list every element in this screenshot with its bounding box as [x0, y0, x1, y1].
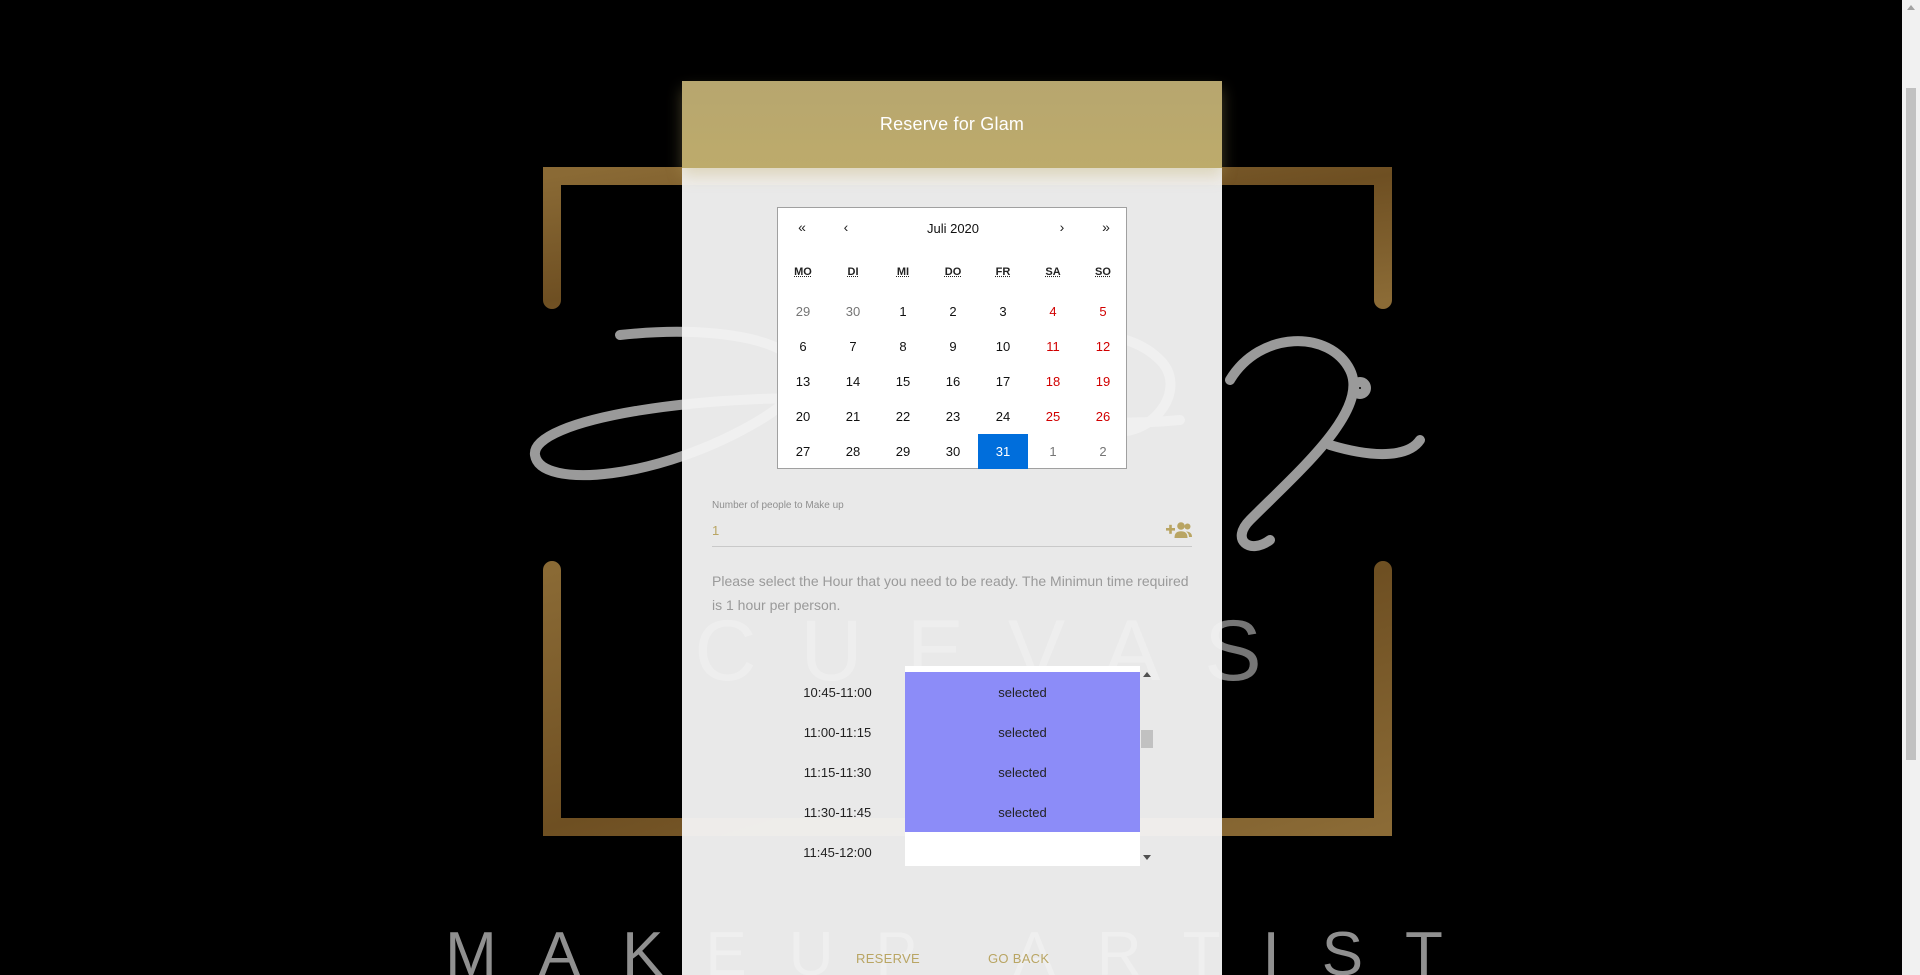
scroll-up-arrow-icon[interactable]	[1143, 672, 1151, 677]
calendar-day-selected[interactable]: 31	[978, 434, 1028, 469]
reservation-card: Reserve for Glam « ‹ Juli 2020 › » MO DI…	[682, 81, 1222, 975]
calendar-day[interactable]: 27	[778, 434, 828, 469]
weekday-label: FR	[995, 266, 1011, 278]
calendar-day[interactable]: 23	[928, 399, 978, 434]
slot-list-scrollbar-thumb[interactable]	[1141, 730, 1153, 748]
calendar-day[interactable]: 19	[1078, 364, 1128, 399]
calendar-day[interactable]: 14	[828, 364, 878, 399]
calendar-day[interactable]: 5	[1078, 294, 1128, 329]
slot-status[interactable]: selected	[905, 792, 1140, 832]
calendar-day[interactable]: 29	[878, 434, 928, 469]
calendar-day[interactable]: 11	[1028, 329, 1078, 364]
slot-time: 11:30-11:45	[803, 804, 872, 820]
weekday-label: DI	[847, 266, 859, 278]
calendar-day[interactable]: 21	[828, 399, 878, 434]
slot-time: 11:45-12:00	[803, 844, 872, 860]
weekday-label: SA	[1045, 266, 1061, 278]
calendar-day[interactable]: 9	[928, 329, 978, 364]
people-input-underline	[712, 546, 1192, 547]
calendar-week: 6 7 8 9 10 11 12	[778, 329, 1128, 364]
slot-time: 10:45-11:00	[803, 684, 872, 700]
calendar-days: 29 30 1 2 3 4 5 6 7 8 9 10 11 12 13 14 1…	[778, 294, 1128, 469]
calendar-day[interactable]: 18	[1028, 364, 1078, 399]
slot-status[interactable]: selected	[905, 672, 1140, 712]
date-calendar: « ‹ Juli 2020 › » MO DI MI DO FR SA SO 2…	[777, 207, 1127, 469]
hour-help-text: Please select the Hour that you need to …	[712, 573, 1189, 613]
calendar-week: 27 28 29 30 31 1 2	[778, 434, 1128, 469]
weekday-label: SO	[1095, 266, 1111, 278]
calendar-day[interactable]: 24	[978, 399, 1028, 434]
slot-status[interactable]: selected	[905, 752, 1140, 792]
slot-time: 11:00-11:15	[803, 724, 872, 740]
calendar-day[interactable]: 17	[978, 364, 1028, 399]
weekday-label: MO	[794, 266, 812, 278]
calendar-day[interactable]: 2	[1078, 434, 1128, 469]
scroll-up-arrow-icon[interactable]	[1907, 5, 1915, 10]
calendar-day[interactable]: 7	[828, 329, 878, 364]
calendar-day[interactable]: 15	[878, 364, 928, 399]
calendar-day[interactable]: 2	[928, 294, 978, 329]
calendar-week: 20 21 22 23 24 25 26	[778, 399, 1128, 434]
calendar-day[interactable]: 30	[928, 434, 978, 469]
prev-year-button[interactable]: «	[790, 219, 814, 239]
calendar-day[interactable]: 22	[878, 399, 928, 434]
slot-status[interactable]: selected	[905, 712, 1140, 752]
calendar-day[interactable]: 1	[878, 294, 928, 329]
calendar-day[interactable]: 8	[878, 329, 928, 364]
calendar-day[interactable]: 25	[1028, 399, 1078, 434]
scroll-down-arrow-icon[interactable]	[1143, 855, 1151, 860]
people-field-label: Number of people to Make up	[712, 500, 844, 511]
card-header: Reserve for Glam	[682, 81, 1222, 168]
card-actions: RESERVE GO BACK	[682, 951, 1222, 975]
reserve-button[interactable]: RESERVE	[856, 951, 920, 966]
calendar-day[interactable]: 12	[1078, 329, 1128, 364]
calendar-day[interactable]: 16	[928, 364, 978, 399]
calendar-day[interactable]: 1	[1028, 434, 1078, 469]
time-slot-list: 10:45-11:00 selected 11:00-11:15 selecte…	[682, 666, 1222, 866]
weekday-label: MI	[896, 266, 910, 278]
calendar-week: 13 14 15 16 17 18 19	[778, 364, 1128, 399]
next-year-button[interactable]: »	[1094, 219, 1118, 239]
weekday-header: MO DI MI DO FR SA SO	[778, 266, 1128, 286]
add-person-icon[interactable]	[1166, 521, 1192, 539]
calendar-week: 29 30 1 2 3 4 5	[778, 294, 1128, 329]
calendar-month-label[interactable]: Juli 2020	[878, 221, 1028, 236]
calendar-day[interactable]: 28	[828, 434, 878, 469]
calendar-day[interactable]: 3	[978, 294, 1028, 329]
calendar-day[interactable]: 4	[1028, 294, 1078, 329]
weekday-label: DO	[944, 266, 962, 278]
people-input[interactable]: 1	[712, 523, 719, 538]
calendar-day[interactable]: 20	[778, 399, 828, 434]
page-scrollbar-thumb[interactable]	[1906, 88, 1916, 760]
calendar-day[interactable]: 26	[1078, 399, 1128, 434]
calendar-day[interactable]: 30	[828, 294, 878, 329]
slot-time: 11:15-11:30	[803, 764, 872, 780]
prev-month-button[interactable]: ‹	[834, 219, 858, 239]
calendar-day[interactable]: 6	[778, 329, 828, 364]
slot-list-scrollbar[interactable]	[1140, 666, 1154, 866]
calendar-day[interactable]: 13	[778, 364, 828, 399]
calendar-day[interactable]: 10	[978, 329, 1028, 364]
next-month-button[interactable]: ›	[1050, 219, 1074, 239]
go-back-button[interactable]: GO BACK	[988, 951, 1049, 966]
card-title: Reserve for Glam	[879, 114, 1025, 134]
page-scrollbar[interactable]	[1902, 0, 1920, 975]
slot-status[interactable]	[905, 832, 1140, 872]
calendar-day[interactable]: 29	[778, 294, 828, 329]
